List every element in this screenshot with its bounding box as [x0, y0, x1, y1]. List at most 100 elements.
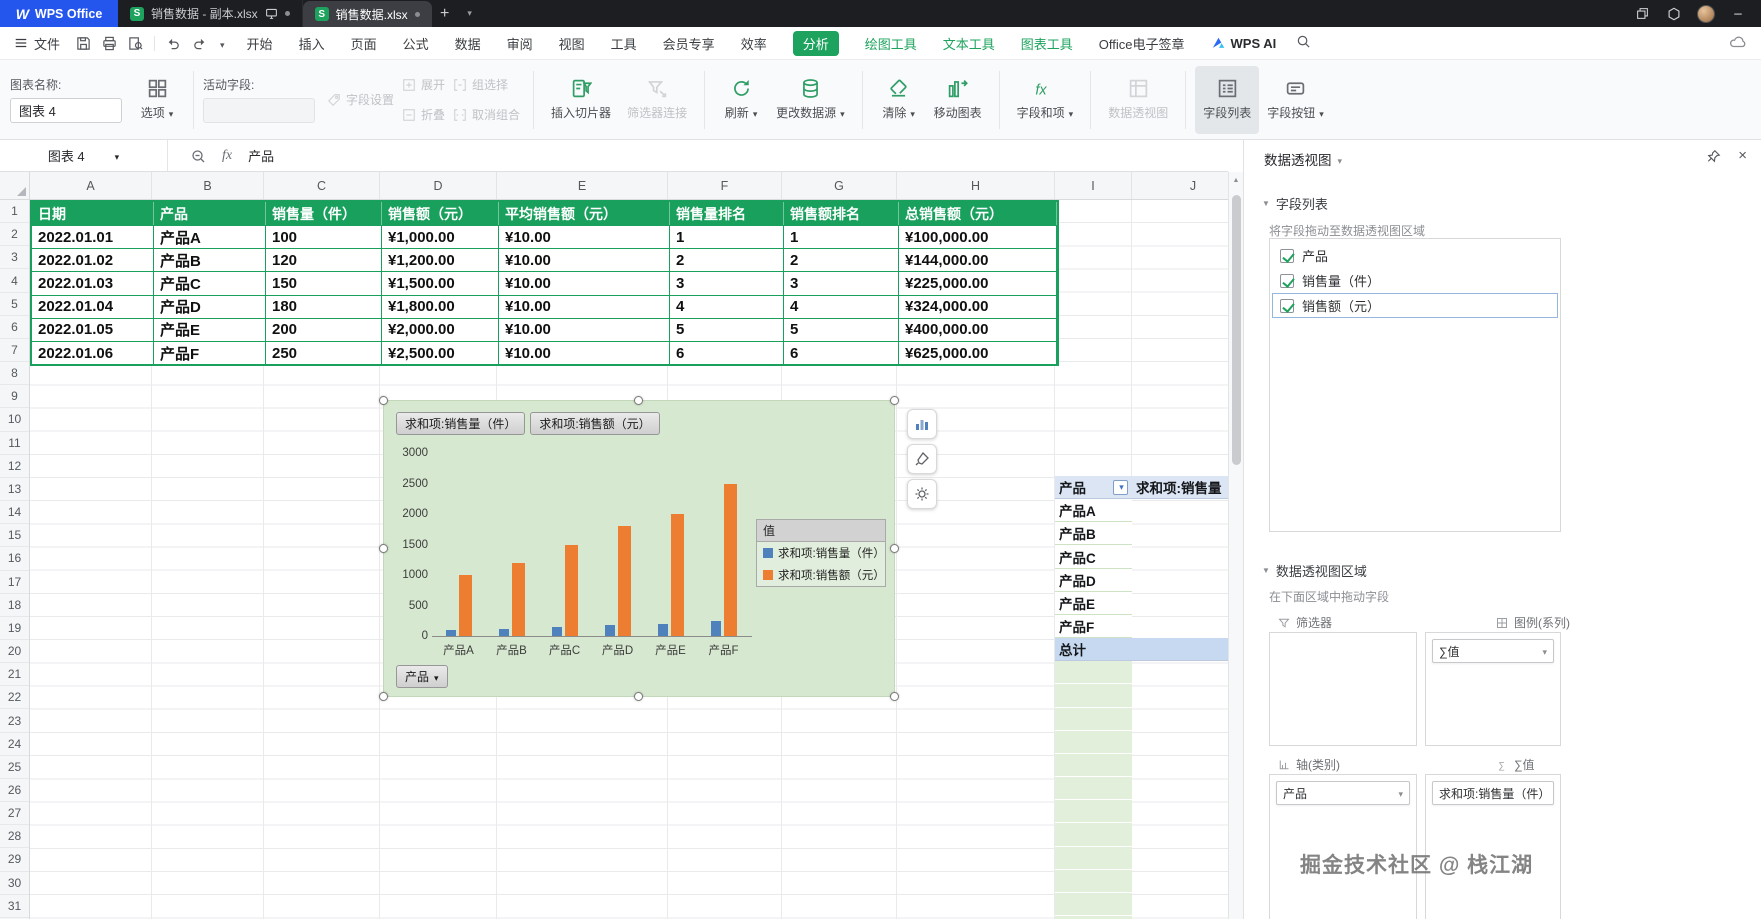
- row-header-11[interactable]: 11: [0, 432, 29, 455]
- pin-icon[interactable]: [1707, 149, 1721, 166]
- area-pill-∑值[interactable]: ∑值: [1432, 639, 1554, 663]
- row-header-3[interactable]: 3: [0, 246, 29, 270]
- chevron-down-icon[interactable]: [1338, 152, 1343, 167]
- scrollbar-thumb[interactable]: [1232, 195, 1241, 465]
- save-icon[interactable]: [76, 36, 91, 51]
- row-header-5[interactable]: 5: [0, 293, 29, 316]
- restore-window-icon[interactable]: [1633, 5, 1651, 23]
- table-cell[interactable]: 2: [784, 248, 899, 272]
- table-cell[interactable]: ¥10.00: [499, 271, 670, 295]
- table-cell[interactable]: 2022.01.01: [32, 225, 154, 249]
- bar-sales-amount[interactable]: [511, 562, 525, 636]
- table-cell[interactable]: 1: [670, 225, 784, 249]
- pivot-filter-button[interactable]: [1113, 479, 1128, 495]
- document-tab-copy[interactable]: S 销售数据 - 副本.xlsx: [118, 0, 303, 27]
- apps-hexagon-icon[interactable]: [1665, 5, 1683, 23]
- bar-sales-qty[interactable]: [604, 625, 615, 636]
- selection-handle[interactable]: [379, 543, 388, 553]
- table-cell[interactable]: 产品D: [154, 294, 266, 318]
- row-header-26[interactable]: 26: [0, 779, 29, 803]
- scroll-up-arrow[interactable]: [1229, 172, 1243, 188]
- user-avatar[interactable]: [1697, 4, 1715, 23]
- table-cell[interactable]: ¥1,200.00: [382, 248, 499, 272]
- table-cell[interactable]: 200: [266, 317, 382, 341]
- row-header-4[interactable]: 4: [0, 269, 29, 293]
- table-cell[interactable]: ¥1,500.00: [382, 271, 499, 295]
- chart-style-button[interactable]: [907, 444, 937, 474]
- column-header-G[interactable]: G: [782, 172, 897, 199]
- table-cell[interactable]: ¥2,000.00: [382, 317, 499, 341]
- pivot-row[interactable]: 产品D: [1055, 568, 1228, 592]
- row-header-30[interactable]: 30: [0, 872, 29, 895]
- row-header-13[interactable]: 13: [0, 478, 29, 502]
- chart-legend[interactable]: 值 求和项:销售量（件） 求和项:销售额（元）: [756, 519, 886, 587]
- pivot-row[interactable]: 产品B: [1055, 522, 1228, 546]
- chart-name-input[interactable]: 图表 4: [10, 98, 122, 123]
- field-settings-button[interactable]: 字段设置: [327, 89, 394, 111]
- row-header-12[interactable]: 12: [0, 455, 29, 478]
- formula-content[interactable]: 产品: [248, 146, 274, 165]
- field-buttons-button[interactable]: 字段按钮: [1259, 66, 1332, 134]
- insert-slicer-button[interactable]: 插入切片器: [543, 66, 619, 134]
- areas-section-header[interactable]: 数据透视图区域: [1262, 561, 1367, 580]
- selection-handle[interactable]: [634, 396, 643, 405]
- table-cell[interactable]: ¥225,000.00: [899, 271, 1057, 295]
- vertical-scrollbar[interactable]: [1228, 172, 1243, 919]
- table-cell[interactable]: 产品E: [154, 317, 266, 341]
- table-cell[interactable]: 6: [670, 340, 784, 365]
- row-header-29[interactable]: 29: [0, 848, 29, 872]
- chart-elements-button[interactable]: [907, 409, 937, 439]
- column-header-C[interactable]: C: [264, 172, 380, 199]
- clear-button[interactable]: 清除: [872, 66, 926, 134]
- row-header-23[interactable]: 23: [0, 709, 29, 733]
- bar-sales-amount[interactable]: [723, 483, 737, 636]
- pivot-total-row[interactable]: 总计: [1055, 638, 1228, 662]
- values-area-box[interactable]: 求和项:销售量（件）: [1425, 774, 1561, 919]
- group-select-button[interactable]: 组选择: [453, 74, 520, 96]
- fx-button[interactable]: fx: [222, 148, 232, 164]
- selection-handle[interactable]: [890, 396, 899, 405]
- fields-items-button[interactable]: fx 字段和项: [1009, 66, 1082, 134]
- selection-handle[interactable]: [890, 543, 899, 553]
- filter-connections-button[interactable]: 筛选器连接: [619, 66, 695, 134]
- pivot-row[interactable]: 产品F: [1055, 614, 1228, 639]
- axis-field-button[interactable]: 产品: [396, 665, 448, 688]
- print-preview-icon[interactable]: [128, 36, 143, 51]
- tab-list-dropdown[interactable]: [458, 0, 480, 27]
- table-cell[interactable]: ¥10.00: [499, 317, 670, 341]
- zoom-formula-icon[interactable]: [190, 148, 206, 164]
- row-header-10[interactable]: 10: [0, 408, 29, 432]
- file-menu[interactable]: 文件: [14, 34, 60, 53]
- menu-item-文本工具[interactable]: 文本工具: [943, 34, 995, 53]
- row-header-14[interactable]: 14: [0, 501, 29, 525]
- chart-settings-button[interactable]: [907, 479, 937, 509]
- change-data-source-button[interactable]: 更改数据源: [768, 66, 853, 134]
- row-header-17[interactable]: 17: [0, 571, 29, 594]
- table-cell[interactable]: 2022.01.03: [32, 271, 154, 295]
- row-header-1[interactable]: 1: [0, 200, 29, 224]
- filters-area-box[interactable]: [1269, 632, 1417, 746]
- bar-sales-amount[interactable]: [458, 575, 472, 636]
- menu-item-插入[interactable]: 插入: [299, 34, 325, 53]
- menu-item-工具[interactable]: 工具: [611, 34, 637, 53]
- table-cell[interactable]: 2022.01.04: [32, 294, 154, 318]
- table-cell[interactable]: 2022.01.06: [32, 340, 154, 365]
- menu-item-数据[interactable]: 数据: [455, 34, 481, 53]
- refresh-button[interactable]: 刷新: [714, 66, 768, 134]
- table-cell[interactable]: 产品B: [154, 248, 266, 272]
- menu-item-效率[interactable]: 效率: [741, 34, 767, 53]
- menu-item-审阅[interactable]: 审阅: [507, 34, 533, 53]
- table-cell[interactable]: ¥10.00: [499, 248, 670, 272]
- document-tab-active[interactable]: S 销售数据.xlsx: [302, 1, 432, 27]
- legend-area-box[interactable]: ∑值: [1425, 632, 1561, 746]
- table-cell[interactable]: 1: [784, 225, 899, 249]
- menu-item-会员专享[interactable]: 会员专享: [663, 34, 715, 53]
- bar-sales-amount[interactable]: [617, 526, 631, 636]
- table-cell[interactable]: 2: [670, 248, 784, 272]
- axis-area-box[interactable]: 产品: [1269, 774, 1417, 919]
- search-icon[interactable]: [1296, 34, 1311, 52]
- table-cell[interactable]: 250: [266, 340, 382, 365]
- row-header-6[interactable]: 6: [0, 316, 29, 339]
- redo-icon[interactable]: [192, 36, 207, 51]
- cells-area[interactable]: 日期 产品 销售量（件） 销售额（元） 平均销售额（元） 销售量排名 销售额排名 总销售额（元…: [30, 200, 1228, 919]
